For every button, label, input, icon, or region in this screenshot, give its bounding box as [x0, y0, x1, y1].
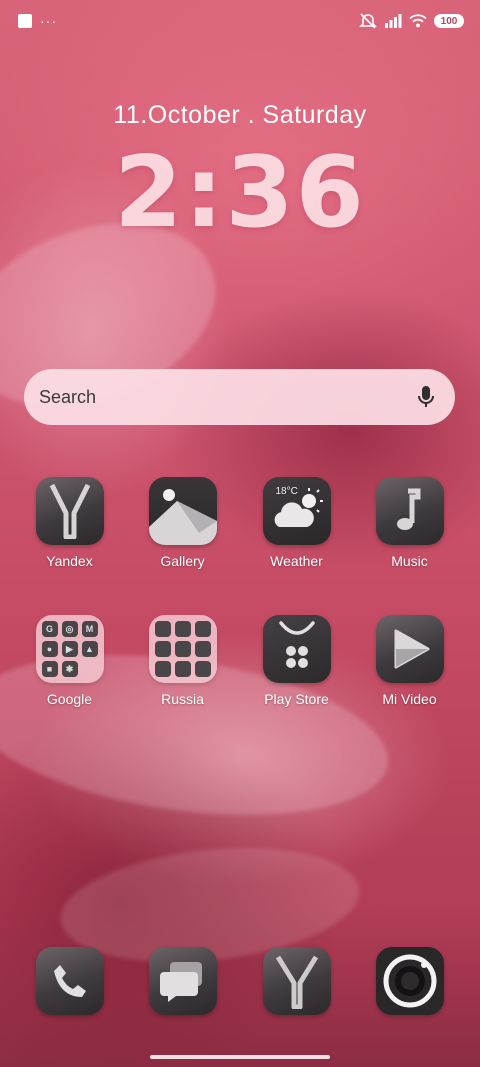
- status-bar: ··· 100: [18, 10, 464, 32]
- folder-app-icon: [154, 661, 171, 677]
- folder-app-icon: [194, 661, 211, 677]
- signal-icon: [385, 14, 402, 28]
- app-label: Weather: [270, 553, 323, 569]
- app-music[interactable]: Music: [353, 477, 466, 569]
- folder-app-icon: [194, 621, 211, 637]
- battery-icon: 100: [434, 14, 464, 28]
- russia-folder-icon: [148, 615, 217, 683]
- microphone-icon[interactable]: [415, 384, 437, 410]
- folder-app-icon: [194, 641, 211, 657]
- camera-icon: [375, 947, 444, 1015]
- photos-icon: ✱: [61, 661, 78, 677]
- folder-app-icon: [154, 641, 171, 657]
- youtube-icon: ▶: [61, 641, 78, 657]
- notification-square-icon: [18, 14, 32, 28]
- app-weather[interactable]: 18°C Weather: [240, 477, 353, 569]
- folder-app-icon: [174, 641, 191, 657]
- wifi-icon: [409, 14, 427, 28]
- more-notifications-icon: ···: [40, 13, 57, 29]
- play-triangle-icon: [375, 615, 444, 683]
- app-label: Play Store: [264, 691, 329, 707]
- yandex-icon: [35, 477, 104, 545]
- dock-phone[interactable]: [13, 947, 126, 1015]
- app-yandex[interactable]: Yandex: [13, 477, 126, 569]
- maps-icon: ●: [41, 641, 58, 657]
- app-gallery[interactable]: Gallery: [126, 477, 239, 569]
- app-label: Music: [391, 553, 428, 569]
- app-label: Google: [46, 691, 93, 707]
- music-note-icon: [375, 477, 444, 545]
- app-label: Mi Video: [382, 691, 437, 707]
- mute-icon: [359, 13, 377, 29]
- dock-yandex-browser[interactable]: [240, 947, 353, 1015]
- weather-icon: 18°C: [262, 477, 331, 545]
- gmail-icon: M: [81, 621, 98, 637]
- play-store-icon: [262, 615, 331, 683]
- dock-messages[interactable]: [126, 947, 239, 1015]
- app-label: Yandex: [46, 553, 93, 569]
- app-label: Gallery: [160, 553, 205, 569]
- app-play-store[interactable]: Play Store: [240, 615, 353, 707]
- battery-level: 100: [440, 15, 458, 27]
- google-icon: G: [41, 621, 58, 637]
- yandex-browser-icon: [262, 947, 331, 1015]
- folder-russia[interactable]: Russia: [126, 615, 239, 707]
- clock-time[interactable]: 2:36: [0, 138, 480, 248]
- app-mi-video[interactable]: Mi Video: [353, 615, 466, 707]
- clock-date[interactable]: 11.October . Saturday: [0, 101, 480, 130]
- dock-camera[interactable]: [353, 947, 466, 1015]
- folder-app-icon: [174, 621, 191, 637]
- phone-icon: [35, 947, 104, 1015]
- weather-temperature: 18°C: [275, 486, 298, 497]
- chrome-icon: ◎: [61, 621, 78, 637]
- search-bar[interactable]: Search: [24, 369, 455, 425]
- drive-icon: ▲: [81, 641, 98, 657]
- home-gesture-bar[interactable]: [150, 1055, 330, 1059]
- folder-app-icon: [154, 621, 171, 637]
- search-placeholder: Search: [39, 386, 97, 407]
- meet-icon: ■: [41, 661, 58, 677]
- folder-app-icon: [174, 661, 191, 677]
- messages-icon: [148, 947, 217, 1015]
- folder-google[interactable]: G ◎ M ● ▶ ▲ ■ ✱ Google: [13, 615, 126, 707]
- gallery-icon: [148, 477, 217, 545]
- google-folder-icon: G ◎ M ● ▶ ▲ ■ ✱: [35, 615, 104, 683]
- app-label: Russia: [161, 691, 204, 707]
